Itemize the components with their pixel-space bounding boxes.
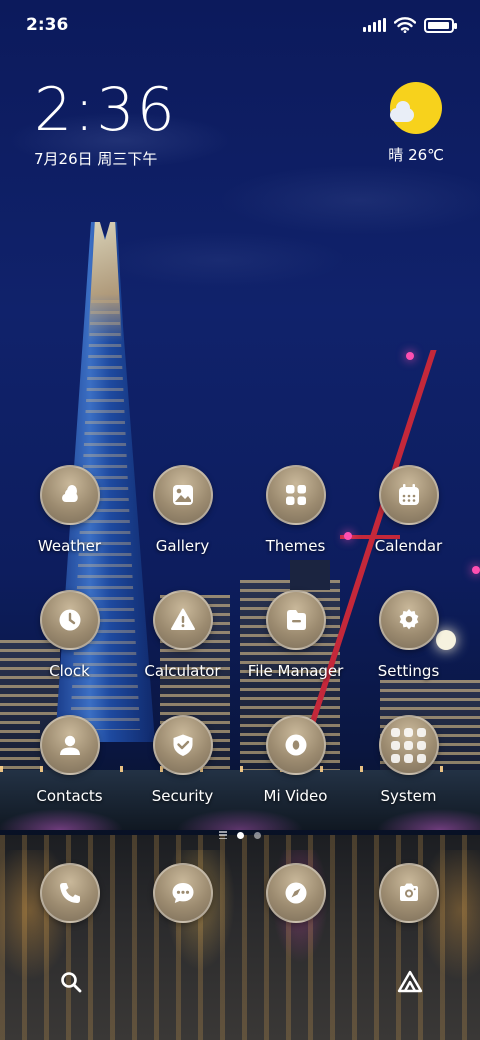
themes-icon [265,465,326,525]
contacts-icon [39,715,100,775]
weather-text: 晴 26℃ [388,146,444,164]
status-bar: 2:36 [0,0,480,50]
app-vault-icon [397,970,423,993]
app-calculator[interactable]: Calculator [126,590,239,680]
app-label: Mi Video [263,787,328,805]
app-system[interactable]: System [352,715,465,805]
browser-compass-icon [265,863,326,923]
sunny-cloud-icon [390,82,443,134]
app-label: System [380,787,437,805]
weather-widget[interactable]: 晴 26℃ [388,82,444,165]
search-icon [61,972,82,993]
app-settings[interactable]: Settings [352,590,465,680]
app-security[interactable]: Security [126,715,239,805]
app-label: Security [151,787,214,805]
wifi-icon [394,17,416,33]
app-clock[interactable]: Clock [13,590,126,680]
app-contacts[interactable]: Contacts [13,715,126,805]
app-file-manager[interactable]: File Manager [239,590,352,680]
signal-icon [363,18,386,32]
messages-icon [152,863,213,923]
app-label: File Manager [247,662,344,680]
clock-widget[interactable]: 2:36 7月26日 周三下午 [34,80,177,169]
file-manager-icon [265,590,326,650]
bottom-bar [0,960,480,1008]
video-icon [265,715,326,775]
folder-icon [378,715,439,775]
app-vault-button[interactable] [388,960,432,1004]
app-label: Calendar [374,537,443,555]
app-weather[interactable]: Weather [13,465,126,555]
app-gallery[interactable]: Gallery [126,465,239,555]
dock-phone-app[interactable] [13,863,126,923]
status-icons [363,17,457,33]
widget-date: 7月26日 周三下午 [34,150,158,168]
app-label: Weather [37,537,102,555]
app-calendar[interactable]: Calendar [352,465,465,555]
search-button[interactable] [49,960,93,1004]
app-label: Calculator [144,662,221,680]
app-label: Settings [377,662,440,680]
battery-icon [424,17,457,33]
security-icon [152,715,213,775]
app-label: Clock [49,662,90,680]
dock-browser-compass-app[interactable] [239,863,352,923]
app-label: Contacts [36,787,103,805]
dock-messages-app[interactable] [126,863,239,923]
camera-icon [378,863,439,923]
weather-icon [39,465,100,525]
calculator-icon [152,590,213,650]
calendar-icon [378,465,439,525]
page-dot-1 [237,831,244,839]
clock-icon [39,590,100,650]
feed-lines-icon [219,831,227,839]
widget-time: 2:36 [34,75,177,145]
page-dot-2 [254,831,261,839]
dock-camera-app[interactable] [352,863,465,923]
app-themes[interactable]: Themes [239,465,352,555]
app-label: Gallery [155,537,210,555]
gallery-icon [152,465,213,525]
app-mi-video[interactable]: Mi Video [239,715,352,805]
app-label: Themes [265,537,326,555]
page-indicator[interactable] [200,829,280,841]
status-time: 2:36 [26,15,69,35]
settings-icon [378,590,439,650]
phone-icon [39,863,100,923]
